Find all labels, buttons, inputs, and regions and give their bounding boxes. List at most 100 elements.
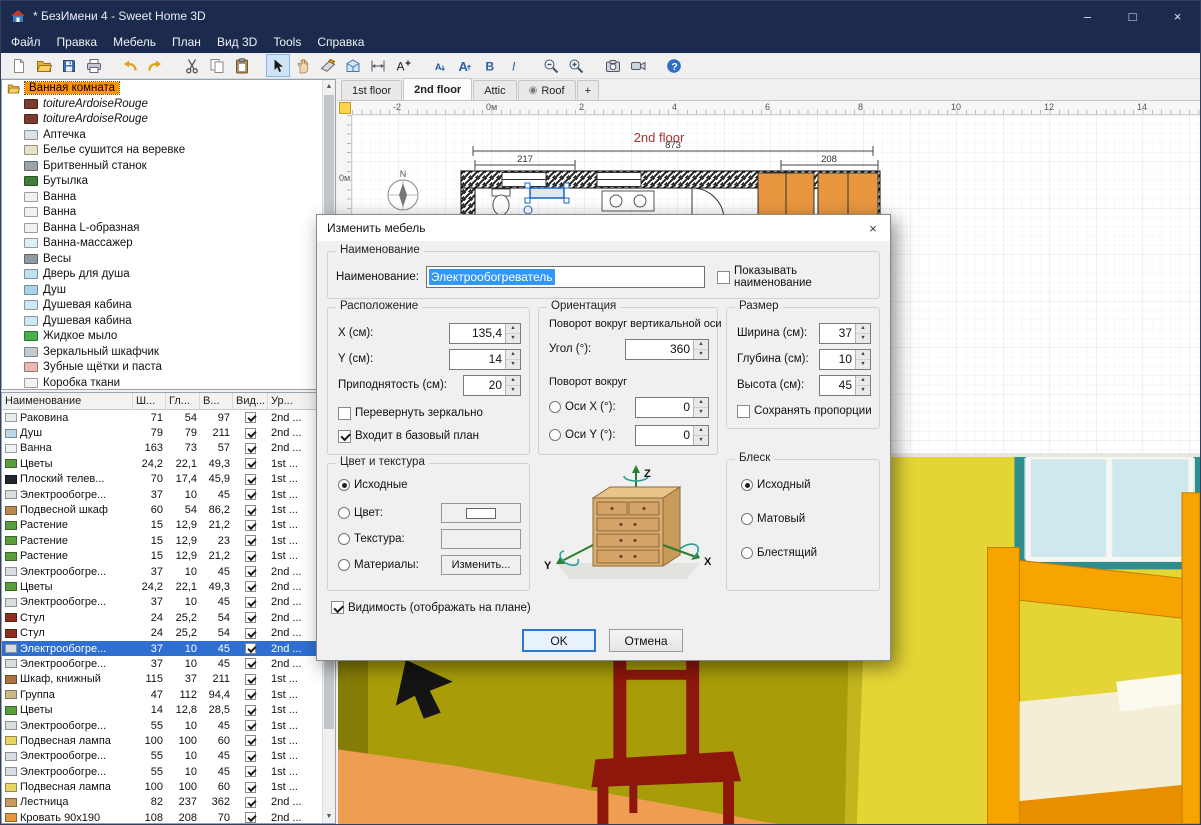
redo-button[interactable] — [143, 54, 167, 77]
visibility-checkbox[interactable] — [245, 812, 256, 823]
y-position-spinner[interactable]: 14▲▼ — [449, 349, 521, 370]
add-text-button[interactable] — [391, 54, 415, 77]
table-row[interactable]: Электрообогре... 55 10 45 1st ... — [2, 749, 335, 764]
table-row[interactable]: Душ 79 79 211 2nd ... — [2, 425, 335, 440]
spinner-up-icon[interactable]: ▲ — [856, 350, 870, 360]
table-row[interactable]: Растение 15 12,9 23 1st ... — [2, 533, 335, 548]
plan-level-tab[interactable]: 1st floor — [341, 80, 402, 100]
menu-item[interactable]: Вид 3D — [209, 32, 265, 52]
spinner-down-icon[interactable]: ▼ — [856, 360, 870, 369]
menu-item[interactable]: Мебель — [105, 32, 164, 52]
tree-item[interactable]: Коробка ткани — [2, 375, 335, 390]
spinner-down-icon[interactable]: ▼ — [694, 436, 708, 445]
texture-button[interactable] — [441, 529, 521, 549]
create-dimensions-button[interactable] — [366, 54, 390, 77]
tree-item[interactable]: Душ — [2, 282, 335, 298]
zoom-out-button[interactable] — [539, 54, 563, 77]
column-header-visible[interactable]: Вид... — [233, 393, 268, 409]
open-plan-button[interactable] — [32, 54, 56, 77]
scroll-down-icon[interactable]: ▼ — [323, 810, 335, 823]
table-row[interactable]: Цветы 14 12,8 28,5 1st ... — [2, 702, 335, 717]
visibility-checkbox[interactable] — [245, 551, 256, 562]
spinner-down-icon[interactable]: ▼ — [856, 386, 870, 395]
visibility-checkbox[interactable] — [245, 443, 256, 454]
show-name-checkbox[interactable]: Показывать наименование — [717, 265, 873, 289]
column-header-height[interactable]: В... — [200, 393, 233, 409]
spinner-up-icon[interactable]: ▲ — [694, 340, 708, 350]
color-radio[interactable]: Цвет: — [338, 507, 383, 519]
table-row[interactable]: Плоский телев... 70 17,4 45,9 1st ... — [2, 472, 335, 487]
tree-item[interactable]: Белье сушится на веревке — [2, 143, 335, 159]
table-row[interactable]: Растение 15 12,9 21,2 1st ... — [2, 518, 335, 533]
print-button[interactable] — [82, 54, 106, 77]
color-button[interactable] — [441, 503, 521, 523]
table-row[interactable]: Кровать 90x190 108 208 70 2nd ... — [2, 810, 335, 824]
increase-text-size-button[interactable] — [453, 54, 477, 77]
table-row[interactable]: Электрообогре... 37 10 45 2nd ... — [2, 641, 335, 656]
table-row[interactable]: Стул 24 25,2 54 2nd ... — [2, 625, 335, 640]
visibility-checkbox[interactable] — [245, 658, 256, 669]
visibility-checkbox[interactable] — [245, 612, 256, 623]
table-row[interactable]: Раковина 71 54 97 2nd ... — [2, 410, 335, 425]
paste-button[interactable] — [230, 54, 254, 77]
bold-button[interactable] — [478, 54, 502, 77]
help-button[interactable] — [662, 54, 686, 77]
tree-item[interactable]: Зеркальный шкафчик — [2, 344, 335, 360]
visibility-checkbox[interactable] — [245, 689, 256, 700]
spinner-up-icon[interactable]: ▲ — [506, 324, 520, 334]
visibility-checkbox[interactable] — [245, 581, 256, 592]
spinner-up-icon[interactable]: ▲ — [506, 376, 520, 386]
spinner-up-icon[interactable]: ▲ — [856, 376, 870, 386]
visibility-checkbox[interactable] — [245, 628, 256, 639]
menu-item[interactable]: План — [164, 32, 209, 52]
visibility-checkbox[interactable] — [245, 751, 256, 762]
dialog-title-bar[interactable]: Изменить мебель × — [317, 215, 890, 241]
table-row[interactable]: Электрообогре... 37 10 45 2nd ... — [2, 595, 335, 610]
tree-item[interactable]: Бутылка — [2, 174, 335, 190]
create-walls-button[interactable] — [316, 54, 340, 77]
visibility-checkbox[interactable] — [245, 797, 256, 808]
plan-corner-icon[interactable] — [339, 102, 351, 114]
tree-item[interactable]: Душевая кабина — [2, 298, 335, 314]
table-row[interactable]: Лестница 82 237 362 2nd ... — [2, 795, 335, 810]
visibility-checkbox[interactable] — [245, 597, 256, 608]
table-row[interactable]: Подвесной шкаф 60 54 86,2 1st ... — [2, 502, 335, 517]
new-plan-button[interactable] — [7, 54, 31, 77]
tree-item[interactable]: Бритвенный станок — [2, 158, 335, 174]
tree-item[interactable]: Жидкое мыло — [2, 329, 335, 345]
table-row[interactable]: Ванна 163 73 57 2nd ... — [2, 441, 335, 456]
visibility-checkbox[interactable] — [245, 643, 256, 654]
tree-item[interactable]: Ванна-массажер — [2, 236, 335, 252]
mirror-checkbox[interactable]: Перевернуть зеркально — [338, 404, 483, 422]
tree-root-category[interactable]: Ванная комната — [2, 80, 335, 96]
table-row[interactable]: Растение 15 12,9 21,2 1st ... — [2, 549, 335, 564]
tree-item[interactable]: Душевая кабина — [2, 313, 335, 329]
axis-y-radio[interactable]: Оси Y (°): — [549, 429, 615, 441]
visibility-checkbox[interactable] — [245, 766, 256, 777]
spinner-up-icon[interactable]: ▲ — [694, 426, 708, 436]
create-photo-button[interactable] — [601, 54, 625, 77]
table-row[interactable]: Электрообогре... 37 10 45 2nd ... — [2, 564, 335, 579]
default-color-radio[interactable]: Исходные — [338, 476, 408, 494]
table-row[interactable]: Электрообогре... 55 10 45 1st ... — [2, 764, 335, 779]
ok-button[interactable]: OK — [522, 629, 596, 652]
pan-mode-button[interactable] — [291, 54, 315, 77]
plan-level-tab[interactable]: + — [577, 80, 599, 100]
spinner-down-icon[interactable]: ▼ — [506, 386, 520, 395]
plan-level-tab[interactable]: Attic — [473, 80, 516, 100]
decrease-text-size-button[interactable] — [428, 54, 452, 77]
visibility-checkbox[interactable] — [245, 720, 256, 731]
menu-item[interactable]: Правка — [49, 32, 106, 52]
tree-item[interactable]: Дверь для душа — [2, 267, 335, 283]
base-plan-checkbox[interactable]: Входит в базовый план — [338, 427, 479, 445]
matt-radio[interactable]: Матовый — [741, 510, 805, 528]
create-rooms-button[interactable] — [341, 54, 365, 77]
italic-button[interactable] — [503, 54, 527, 77]
visibility-checkbox[interactable] — [245, 458, 256, 469]
elevation-spinner[interactable]: 20▲▼ — [463, 375, 521, 396]
tree-item[interactable]: toitureArdoiseRouge — [2, 112, 335, 128]
cut-button[interactable] — [180, 54, 204, 77]
visibility-checkbox[interactable] — [245, 782, 256, 793]
table-row[interactable]: Шкаф, книжный 115 37 211 1st ... — [2, 672, 335, 687]
spinner-up-icon[interactable]: ▲ — [856, 324, 870, 334]
